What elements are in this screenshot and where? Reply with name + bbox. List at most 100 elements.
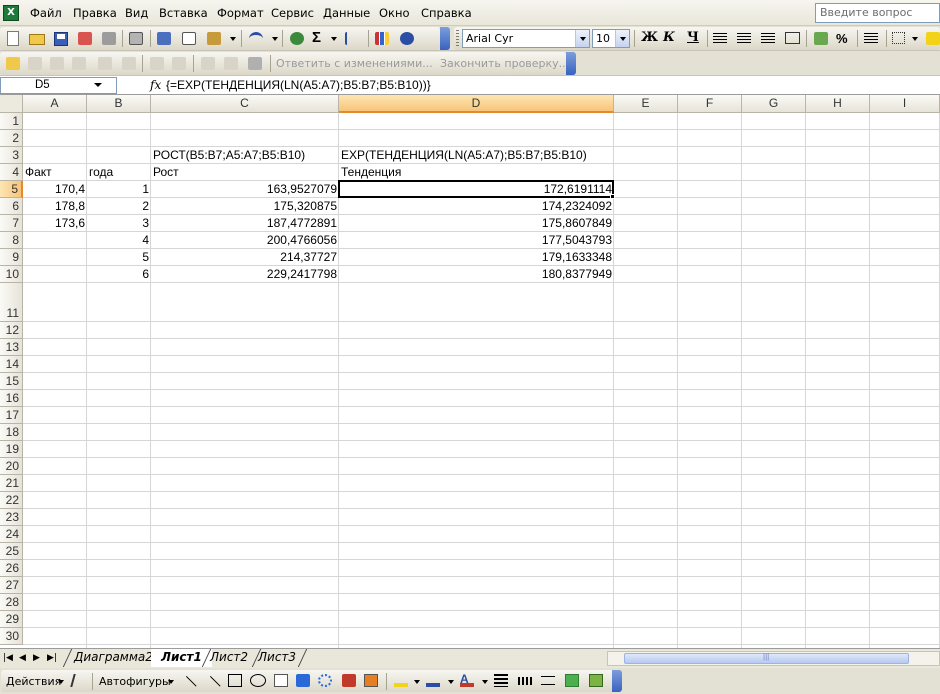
cell-b10[interactable]: 6 <box>87 266 151 283</box>
row-header-10[interactable]: 10 <box>0 266 23 283</box>
cell-b7[interactable]: 3 <box>87 215 151 232</box>
font-name-select[interactable]: Arial Cyr <box>462 29 590 48</box>
clipart-icon[interactable] <box>342 674 356 687</box>
menu-format[interactable]: Формат <box>217 6 264 20</box>
toolbar-icon[interactable] <box>96 55 114 72</box>
row-header-2[interactable]: 2 <box>0 130 23 147</box>
new-document-icon[interactable] <box>4 30 22 47</box>
column-header-g[interactable]: G <box>742 95 806 113</box>
row-header-4[interactable]: 4 <box>0 164 23 181</box>
row-header-25[interactable]: 25 <box>0 543 23 560</box>
permission-icon[interactable] <box>76 30 94 47</box>
undo-icon[interactable] <box>247 30 265 47</box>
fill-color-dropdown-arrow[interactable] <box>414 680 420 684</box>
toolbar-icon[interactable] <box>199 55 217 72</box>
sheet-tab-list3[interactable]: Лист3 <box>248 649 306 667</box>
row-header-28[interactable]: 28 <box>0 594 23 611</box>
copy-icon[interactable] <box>180 30 198 47</box>
column-header-c[interactable]: C <box>151 95 339 113</box>
chart-wizard-icon[interactable] <box>373 30 391 47</box>
menu-help[interactable]: Справка <box>421 6 472 20</box>
toolbar-icon[interactable] <box>26 55 44 72</box>
percent-style-button[interactable]: % <box>836 31 854 48</box>
help-question-input[interactable]: Введите вопрос <box>815 3 940 23</box>
underline-button[interactable]: Ч <box>687 30 699 45</box>
row-header-1[interactable]: 1 <box>0 113 23 130</box>
cell-c10[interactable]: 229,2417798 <box>151 266 339 283</box>
line-style-icon[interactable] <box>494 674 508 687</box>
font-size-select[interactable]: 10 <box>592 29 630 48</box>
toolbar-options-chevron[interactable] <box>612 670 622 692</box>
paste-icon[interactable] <box>205 30 223 47</box>
toolbar-options-chevron[interactable] <box>566 52 576 75</box>
horizontal-scroll-thumb[interactable] <box>624 652 909 664</box>
row-header-23[interactable]: 23 <box>0 509 23 526</box>
column-header-b[interactable]: B <box>87 95 151 113</box>
sheet-tab-diagram2[interactable]: Диаграмма2 <box>64 649 163 667</box>
cell-b5[interactable]: 1 <box>87 181 151 198</box>
font-color-dropdown-arrow[interactable] <box>482 680 488 684</box>
toolbar-icon[interactable] <box>120 55 138 72</box>
last-sheet-icon[interactable]: ▶| <box>47 653 57 663</box>
column-header-f[interactable]: F <box>678 95 742 113</box>
currency-style-icon[interactable] <box>812 30 830 47</box>
row-header-5[interactable]: 5 <box>0 181 23 198</box>
row-header-11[interactable]: 11 <box>0 283 23 322</box>
toolbar-icon[interactable] <box>4 55 22 72</box>
arrow-style-icon[interactable] <box>541 676 555 685</box>
autoshapes-dropdown-arrow[interactable] <box>168 680 174 684</box>
reply-with-changes-button[interactable]: Ответить с изменениями... <box>276 57 433 70</box>
3d-style-icon[interactable] <box>589 674 603 687</box>
cell-a6[interactable]: 178,8 <box>23 198 87 215</box>
rectangle-icon[interactable] <box>228 674 242 687</box>
cell-c9[interactable]: 214,37727 <box>151 249 339 266</box>
cell-d3[interactable]: EXP(ТЕНДЕНЦИЯ(LN(A5:A7);B5:B7;B5:B10) <box>339 147 614 164</box>
open-folder-icon[interactable] <box>28 30 46 47</box>
horizontal-scrollbar[interactable] <box>607 651 940 666</box>
oval-icon[interactable] <box>250 674 266 687</box>
cell-a5[interactable]: 170,4 <box>23 181 87 198</box>
cell-a4[interactable]: Факт <box>23 164 87 181</box>
cell-b8[interactable]: 4 <box>87 232 151 249</box>
row-header-7[interactable]: 7 <box>0 215 23 232</box>
cell-b9[interactable]: 5 <box>87 249 151 266</box>
cell-d7[interactable]: 175,8607849 <box>339 215 614 232</box>
print-preview-icon[interactable] <box>127 30 145 47</box>
first-sheet-icon[interactable]: |◀ <box>3 653 13 663</box>
row-header-16[interactable]: 16 <box>0 390 23 407</box>
wordart-icon[interactable] <box>296 674 310 687</box>
insert-function-icon[interactable]: fx <box>150 78 161 92</box>
line-color-dropdown-arrow[interactable] <box>448 680 454 684</box>
increase-indent-icon[interactable] <box>864 33 878 44</box>
cell-c7[interactable]: 187,4772891 <box>151 215 339 232</box>
shadow-style-icon[interactable] <box>565 674 579 687</box>
column-header-e[interactable]: E <box>614 95 678 113</box>
column-header-d[interactable]: D <box>339 95 614 113</box>
cell-d4[interactable]: Тенденция <box>339 164 614 181</box>
cell-c4[interactable]: Рост <box>151 164 339 181</box>
row-header-6[interactable]: 6 <box>0 198 23 215</box>
autosum-dropdown-arrow[interactable] <box>331 37 337 41</box>
toolbar-icon[interactable] <box>222 55 240 72</box>
menu-tools[interactable]: Сервис <box>271 6 314 20</box>
undo-dropdown-arrow[interactable] <box>272 37 278 41</box>
font-color-icon[interactable]: A <box>460 673 474 687</box>
toolbar-icon[interactable] <box>148 55 166 72</box>
row-header-15[interactable]: 15 <box>0 373 23 390</box>
draw-actions-dropdown-arrow[interactable] <box>58 680 64 684</box>
cell-d6[interactable]: 174,2324092 <box>339 198 614 215</box>
menu-edit[interactable]: Правка <box>73 6 117 20</box>
cell-d8[interactable]: 177,5043793 <box>339 232 614 249</box>
row-header-29[interactable]: 29 <box>0 611 23 628</box>
row-header-26[interactable]: 26 <box>0 560 23 577</box>
dash-style-icon[interactable] <box>518 677 532 685</box>
worksheet-grid[interactable]: 1 2 3 4 5 6 7 8 9 10 11 12 13 14 15 16 17 18 19 20 21 22 23 24 2… <box>0 113 940 648</box>
row-header-21[interactable]: 21 <box>0 475 23 492</box>
hyperlink-icon[interactable] <box>288 30 306 47</box>
toolbar-icon[interactable] <box>70 55 88 72</box>
end-review-button[interactable]: Закончить проверку... <box>440 57 569 70</box>
toolbar-options-chevron[interactable] <box>440 27 450 50</box>
merge-center-icon[interactable] <box>785 32 800 44</box>
cell-d9[interactable]: 179,1633348 <box>339 249 614 266</box>
diagram-icon[interactable] <box>318 674 332 687</box>
